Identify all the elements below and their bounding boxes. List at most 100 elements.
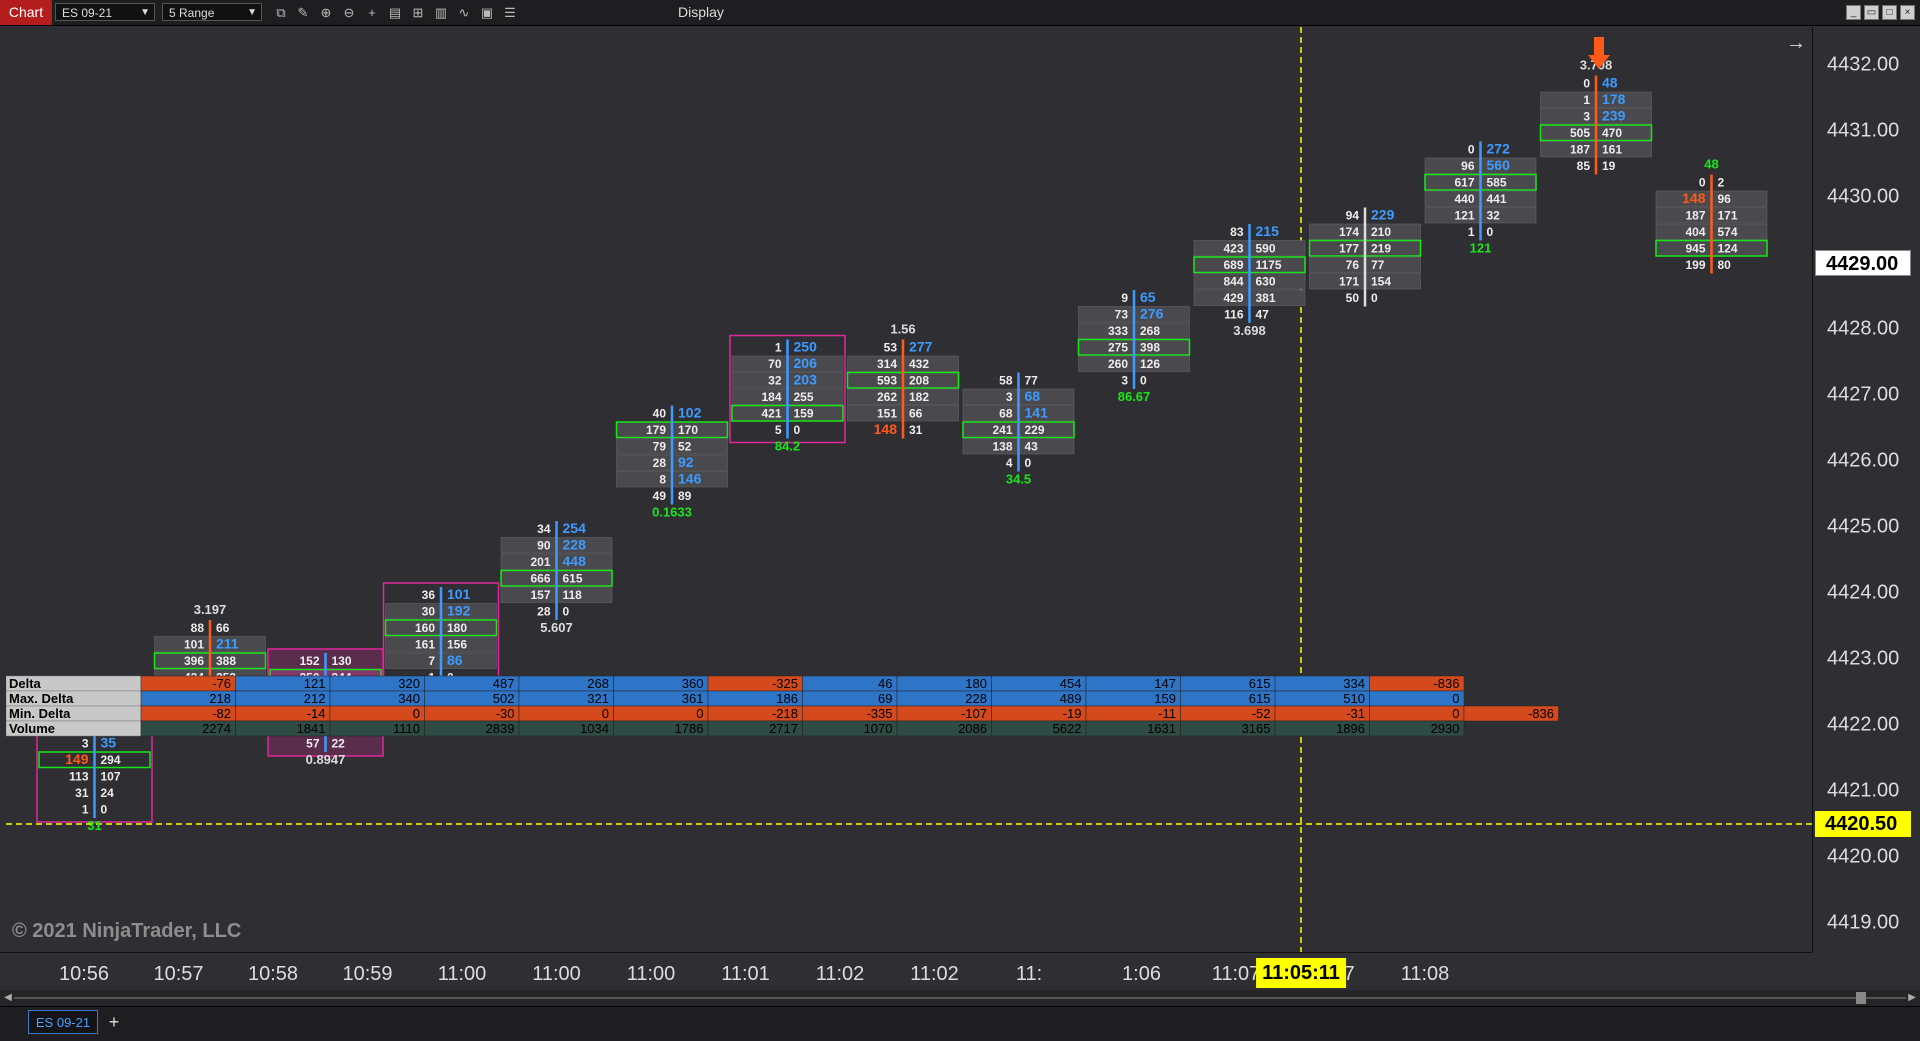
table-cell-value: 489	[1060, 691, 1082, 706]
price-tick-label: 4432.00	[1827, 53, 1900, 76]
ask-volume: 48	[1602, 75, 1618, 91]
indicators-icon[interactable]: ▥	[432, 4, 450, 21]
time-tick-label: 11:07	[1211, 963, 1261, 985]
price-axis[interactable]: 4432.00 4431.00 4430.00 4429.00 4428.00 4427.…	[1812, 27, 1920, 952]
scroll-left-icon[interactable]: ◀	[2, 990, 14, 1006]
maximize-icon[interactable]: □	[1882, 5, 1897, 20]
properties-icon[interactable]: ▤	[386, 4, 404, 21]
table-cell-value: 147	[1154, 676, 1176, 691]
bid-volume: 0	[1583, 77, 1590, 91]
templates-icon[interactable]: ⊞	[409, 4, 427, 21]
chart-toolbar: Chart ES 09-21 ▼ 5 Range ▼ ⧉ ✎ ⊕ ⊖ + ▤ ⊞ ▥…	[0, 0, 1920, 26]
bid-volume: 149	[65, 751, 89, 767]
table-cell	[613, 705, 709, 722]
time-tick-label: 11:	[1015, 963, 1043, 985]
chart-panel[interactable]: 1114633514929411310731241031886610121139…	[6, 27, 1812, 952]
table-cell-value: 487	[493, 676, 515, 691]
ask-volume: 80	[1718, 258, 1732, 272]
zoom-out-icon[interactable]: ⊖	[340, 4, 358, 21]
time-tick-label: 10:58	[247, 963, 299, 985]
ask-volume: 0	[1371, 291, 1378, 305]
table-cell-value: 212	[304, 691, 326, 706]
table-row-label: Min. Delta	[9, 706, 71, 721]
ask-volume: 102	[678, 405, 702, 421]
horizontal-scrollbar[interactable]: ◀ ▶	[0, 990, 1920, 1006]
minimize-icon[interactable]: _	[1846, 5, 1861, 20]
bar-stat-label: 34.5	[1006, 472, 1031, 487]
table-cell-value: 502	[493, 691, 515, 706]
ask-volume: 0	[794, 423, 801, 437]
ask-volume: 208	[909, 374, 929, 388]
table-cell-value: 121	[304, 676, 326, 691]
price-tick-label: 4426.00	[1827, 449, 1900, 472]
scroll-thumb[interactable]	[1856, 992, 1866, 1004]
time-axis[interactable]: 10:56 10:57 10:58 10:59 11:00 11:00 11:00 11:01…	[0, 952, 1812, 989]
table-cell-value: 321	[587, 691, 609, 706]
restore-icon[interactable]: ▭	[1864, 5, 1879, 20]
ask-volume: 381	[1256, 291, 1276, 305]
table-cell	[1369, 705, 1465, 722]
bid-volume: 73	[1115, 308, 1129, 322]
bid-volume: 617	[1454, 176, 1474, 190]
ask-volume: 0	[1025, 456, 1032, 470]
order-flow-chart: 1114633514929411310731241031886610121139…	[6, 27, 1812, 952]
bid-volume: 505	[1570, 126, 1590, 140]
list-icon[interactable]: ☰	[501, 4, 519, 21]
draw-pencil-icon[interactable]: ✎	[294, 4, 312, 21]
ask-volume: 388	[216, 654, 236, 668]
ask-volume: 68	[1025, 388, 1041, 404]
crosshair-icon[interactable]: +	[363, 4, 381, 21]
close-icon[interactable]: ×	[1900, 5, 1915, 20]
ask-volume: 250	[794, 339, 818, 355]
table-row-label: Volume	[9, 721, 55, 736]
ask-volume: 159	[794, 407, 814, 421]
bar-stat-label: 84.2	[775, 439, 800, 454]
bid-volume: 666	[530, 572, 550, 586]
table-cell-value: -836	[1528, 706, 1554, 721]
ask-volume: 192	[447, 603, 471, 619]
ask-volume: 178	[1602, 91, 1626, 107]
bid-volume: 396	[184, 654, 204, 668]
table-cell-value: 5622	[1053, 721, 1082, 736]
data-box-icon[interactable]: ▣	[478, 4, 496, 21]
table-cell-value: 1034	[580, 721, 609, 736]
bar-stat-label: 31	[87, 818, 101, 833]
scroll-right-icon[interactable]: ▶	[1906, 990, 1918, 1006]
bid-volume: 3	[82, 737, 89, 751]
ask-volume: 118	[563, 588, 583, 602]
instrument-selector[interactable]: ES 09-21 ▼	[55, 3, 155, 21]
price-tick-label: 4431.00	[1827, 119, 1900, 142]
bar-stat-label: 3.197	[194, 602, 227, 617]
ask-volume: 211	[216, 636, 239, 652]
bid-volume: 5	[775, 423, 782, 437]
table-cell-value: -19	[1063, 706, 1082, 721]
bid-volume: 28	[653, 456, 667, 470]
table-row-label: Max. Delta	[9, 691, 74, 706]
add-tab-button[interactable]: +	[104, 1010, 124, 1034]
bid-volume: 151	[877, 407, 897, 421]
ask-volume: 31	[909, 423, 923, 437]
ask-volume: 89	[678, 489, 692, 503]
time-tick-label: 10:59	[342, 963, 393, 985]
ask-volume: 470	[1602, 126, 1622, 140]
table-cell-value: -52	[1252, 706, 1271, 721]
display-menu[interactable]: Display	[678, 0, 724, 25]
bid-volume: 333	[1108, 324, 1128, 338]
time-tick-label: 11:08	[1400, 963, 1450, 985]
bar-type-selector[interactable]: 5 Range ▼	[162, 3, 262, 21]
bar-type-icon[interactable]: ⧉	[272, 4, 290, 21]
scroll-track[interactable]	[14, 997, 1906, 999]
table-cell-value: 2717	[769, 721, 798, 736]
bid-volume: 7	[428, 654, 435, 668]
bid-volume: 1	[82, 803, 89, 817]
ask-volume: 219	[1371, 242, 1391, 256]
bar-stat-label: 3.698	[1233, 323, 1266, 338]
bid-volume: 157	[530, 588, 550, 602]
instrument-tab[interactable]: ES 09-21	[28, 1010, 98, 1034]
zoom-in-icon[interactable]: ⊕	[317, 4, 335, 21]
bid-volume: 945	[1685, 242, 1705, 256]
bid-volume: 421	[761, 407, 781, 421]
ask-volume: 32	[1487, 209, 1501, 223]
bid-volume: 260	[1108, 357, 1128, 371]
strategies-icon[interactable]: ∿	[455, 4, 473, 21]
